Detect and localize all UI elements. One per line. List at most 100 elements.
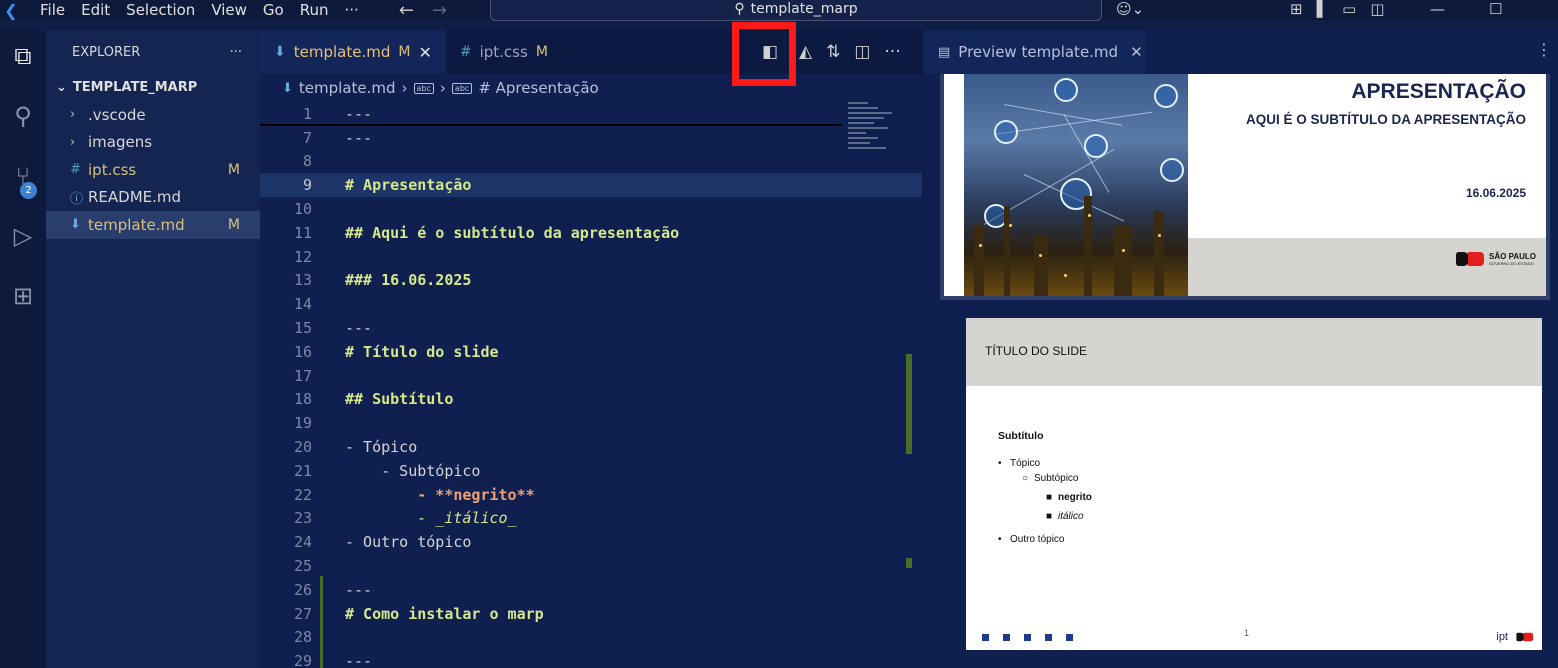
explorer-icon[interactable]: ⧉	[0, 42, 46, 70]
markdown-icon: ⬇	[274, 44, 286, 60]
line-number: 18	[293, 390, 312, 409]
breadcrumb-symbol[interactable]: # Apresentação	[478, 79, 598, 97]
command-center-search[interactable]: ⚲ template_marp	[490, 0, 1102, 21]
customize-layout-icon[interactable]: ⊞	[1290, 0, 1303, 18]
tree-item-vscode[interactable]: › .vscode	[46, 101, 260, 129]
compare-changes-icon[interactable]: ⇅	[826, 42, 840, 62]
tree-item-imagens[interactable]: › imagens	[46, 129, 260, 157]
scm-badge: 2	[20, 182, 37, 199]
code-line: 7 ---	[260, 126, 922, 150]
editor-tabs: ⬇ template.md M ✕ # ipt.css M ◧ ◭ ⇅ ◫ ··…	[260, 22, 922, 86]
line-text: # Título do slide	[345, 342, 499, 361]
window-controls: — ☐	[1430, 0, 1502, 18]
chevron-right-icon: ›	[70, 107, 76, 123]
menu-selection[interactable]: Selection	[118, 1, 203, 19]
slide-title-text: APRESENTAÇÃO	[1351, 80, 1526, 103]
tab-template-md[interactable]: ⬇ template.md M ✕	[260, 30, 446, 74]
string-symbol-icon: abc	[451, 82, 473, 94]
code-line: 27 # Como instalar o marp	[260, 602, 922, 626]
slide-pagination-dots	[982, 634, 1073, 641]
line-number: 10	[293, 200, 312, 219]
code-line: 8	[260, 150, 922, 174]
slide-page-number: 1	[1244, 628, 1250, 638]
code-line: 21 - Subtópico	[260, 459, 922, 483]
line-number: 25	[293, 557, 312, 576]
tree-item-ipt-css[interactable]: # ipt.css M	[46, 156, 260, 184]
tree-item-readme[interactable]: ⓘ README.md	[46, 184, 260, 212]
code-line: 25	[260, 554, 922, 578]
more-actions-icon[interactable]: ···	[884, 42, 900, 62]
forward-arrow-icon[interactable]: →	[432, 0, 447, 21]
code-line: 14	[260, 292, 922, 316]
ipt-logo: ipt	[1496, 631, 1508, 643]
breadcrumb-file[interactable]: template.md	[299, 79, 396, 97]
back-arrow-icon[interactable]: ←	[399, 0, 414, 21]
menu-view[interactable]: View	[203, 1, 255, 19]
line-text: ## Aqui é o subtítulo da apresentação	[345, 223, 680, 242]
menu-file[interactable]: File	[32, 1, 73, 19]
line-number: 15	[293, 319, 312, 338]
list-item: ○ Subtópico	[1022, 473, 1079, 484]
menu-go[interactable]: Go	[255, 1, 292, 19]
tab-label: ipt.css	[479, 43, 528, 61]
line-number: 23	[293, 509, 312, 528]
split-editor-icon[interactable]: ◫	[854, 42, 870, 62]
minimap[interactable]	[848, 102, 908, 212]
scrollbar-change-marker	[906, 354, 912, 454]
vscode-logo-icon: ❮	[4, 0, 18, 20]
toggle-panel-icon[interactable]: ▭	[1342, 0, 1356, 18]
search-view-icon[interactable]: ⚲	[0, 102, 46, 130]
modified-badge: M	[398, 44, 411, 60]
menu-bar: File Edit Selection View Go Run ···	[32, 1, 367, 19]
code-line: 28	[260, 626, 922, 650]
info-icon: ⓘ	[70, 191, 84, 207]
menu-edit[interactable]: Edit	[73, 1, 118, 19]
workspace-folder[interactable]: ⌄ TEMPLATE_MARP	[46, 74, 260, 101]
explorer-header: EXPLORER ···	[46, 30, 260, 74]
tab-preview[interactable]: ▤ Preview template.md ✕	[924, 30, 1146, 74]
tree-item-template-md[interactable]: ⬇ template.md M	[46, 211, 260, 239]
menu-run[interactable]: Run	[292, 1, 337, 19]
folder-label: TEMPLATE_MARP	[72, 80, 198, 95]
line-text: ---	[345, 128, 373, 147]
code-editor[interactable]: 1 --- 7 --- 8 9 # Apresentação 10 11 ## Aqui…	[260, 102, 922, 668]
close-icon[interactable]: ✕	[418, 43, 431, 62]
marp-icon[interactable]: ◭	[799, 42, 812, 62]
toggle-secondary-sidebar-icon[interactable]: ◫	[1370, 0, 1384, 18]
css-hash-icon: #	[70, 162, 81, 178]
toggle-sidebar-icon[interactable]: ▌	[1317, 0, 1329, 18]
explorer-more-button[interactable]: ···	[230, 45, 242, 60]
line-number: 19	[293, 414, 312, 433]
line-number: 27	[293, 604, 312, 623]
preview-icon: ▤	[938, 44, 951, 60]
line-number: 29	[293, 652, 312, 668]
close-icon[interactable]: ✕	[1130, 43, 1143, 61]
more-actions-icon[interactable]: ⋮	[1536, 40, 1552, 59]
line-text: - Outro tópico	[345, 533, 472, 552]
line-number: 11	[293, 223, 312, 242]
code-line: 16 # Título do slide	[260, 340, 922, 364]
copilot-icon[interactable]: ☺⌄	[1116, 0, 1144, 18]
highlight-box	[732, 22, 796, 86]
code-line: 11 ## Aqui é o subtítulo da apresentação	[260, 221, 922, 245]
code-line: 13 ### 16.06.2025	[260, 269, 922, 293]
string-symbol-icon: abc	[413, 82, 434, 94]
tree-item-label: ipt.css	[88, 160, 137, 179]
minimize-icon[interactable]: —	[1430, 0, 1445, 18]
line-text: ---	[345, 319, 373, 338]
menu-more[interactable]: ···	[337, 1, 367, 19]
modified-badge: M	[227, 216, 240, 233]
code-line: 1 ---	[260, 102, 922, 126]
line-number: 13	[293, 271, 312, 290]
activity-bar: ⧉ ⚲ ⑂ 2 ▷ ⊞	[0, 30, 46, 668]
extensions-icon[interactable]: ⊞	[0, 282, 46, 310]
code-line: 20 - Tópico	[260, 435, 922, 459]
code-line: 15 ---	[260, 316, 922, 340]
maximize-icon[interactable]: ☐	[1489, 0, 1502, 18]
tab-ipt-css[interactable]: # ipt.css M	[446, 30, 562, 74]
tree-item-label: .vscode	[88, 105, 146, 124]
code-line: 19	[260, 411, 922, 435]
run-debug-icon[interactable]: ▷	[0, 222, 46, 250]
line-text: # Como instalar o marp	[345, 604, 544, 623]
line-text: ### 16.06.2025	[345, 271, 472, 290]
